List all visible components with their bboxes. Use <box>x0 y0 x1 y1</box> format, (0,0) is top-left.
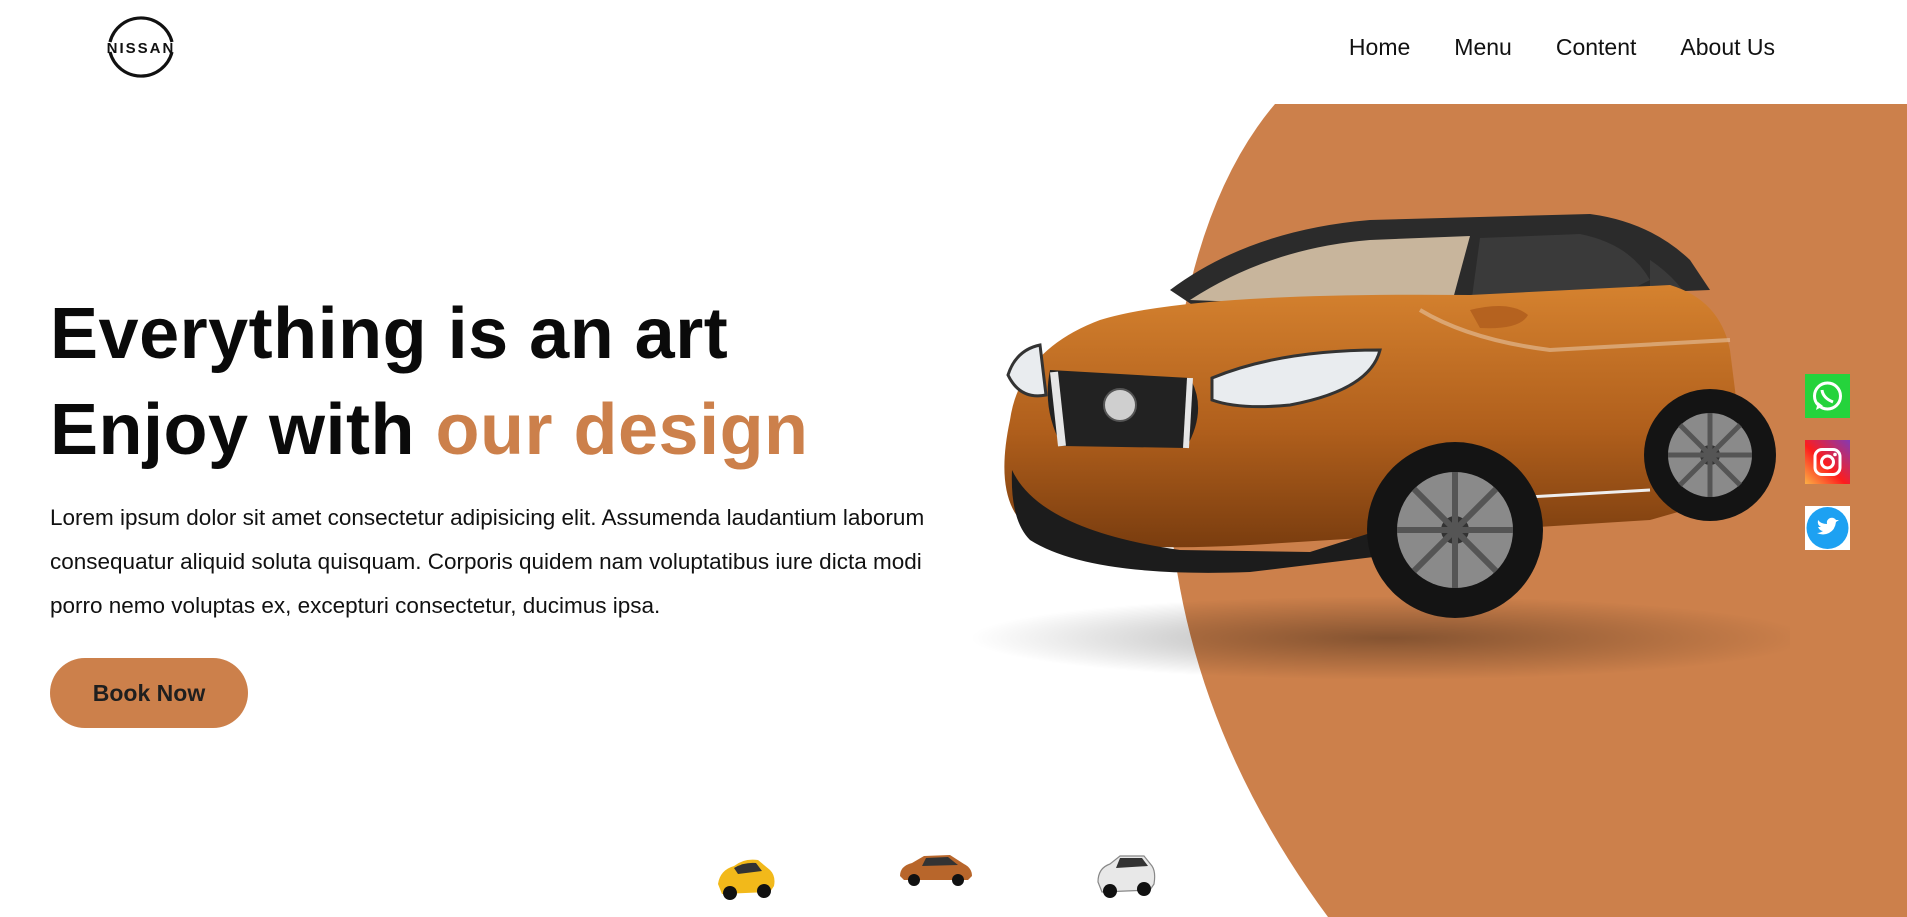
nav-about-us[interactable]: About Us <box>1680 34 1775 61</box>
whatsapp-icon[interactable] <box>1805 374 1850 418</box>
hero-headline: Everything is an art Enjoy with our desi… <box>50 286 950 478</box>
car-thumbnail-white[interactable] <box>1094 848 1158 902</box>
hero-description: Lorem ipsum dolor sit amet consectetur a… <box>50 505 925 618</box>
book-now-button[interactable]: Book Now <box>50 658 248 728</box>
car-thumbnail-orange[interactable] <box>896 850 976 890</box>
headline-accent: our design <box>435 390 809 470</box>
nav-content[interactable]: Content <box>1556 34 1637 61</box>
main-nav: Home Menu Content About Us <box>1349 34 1775 61</box>
nav-menu[interactable]: Menu <box>1454 34 1512 61</box>
landing-page: NISSAN Home Menu Content About Us Everyt… <box>0 0 1907 917</box>
hero-section: Everything is an art Enjoy with our desi… <box>50 286 950 728</box>
rear-wheel <box>1644 389 1776 521</box>
headline-prefix: Enjoy with <box>50 390 436 470</box>
social-links <box>1805 374 1850 550</box>
car-thumbnail-yellow[interactable] <box>714 852 778 904</box>
nissan-logo[interactable]: NISSAN <box>94 8 188 86</box>
twitter-icon[interactable] <box>1805 506 1850 550</box>
logo-text: NISSAN <box>107 40 176 57</box>
car-image <box>950 200 1810 690</box>
nav-home[interactable]: Home <box>1349 34 1410 61</box>
front-wheel <box>1367 442 1543 618</box>
car-thumbnails <box>700 840 1180 917</box>
instagram-icon[interactable] <box>1805 440 1850 484</box>
headline-line-2: Enjoy with our design <box>50 382 950 478</box>
headline-line-1: Everything is an art <box>50 294 729 374</box>
